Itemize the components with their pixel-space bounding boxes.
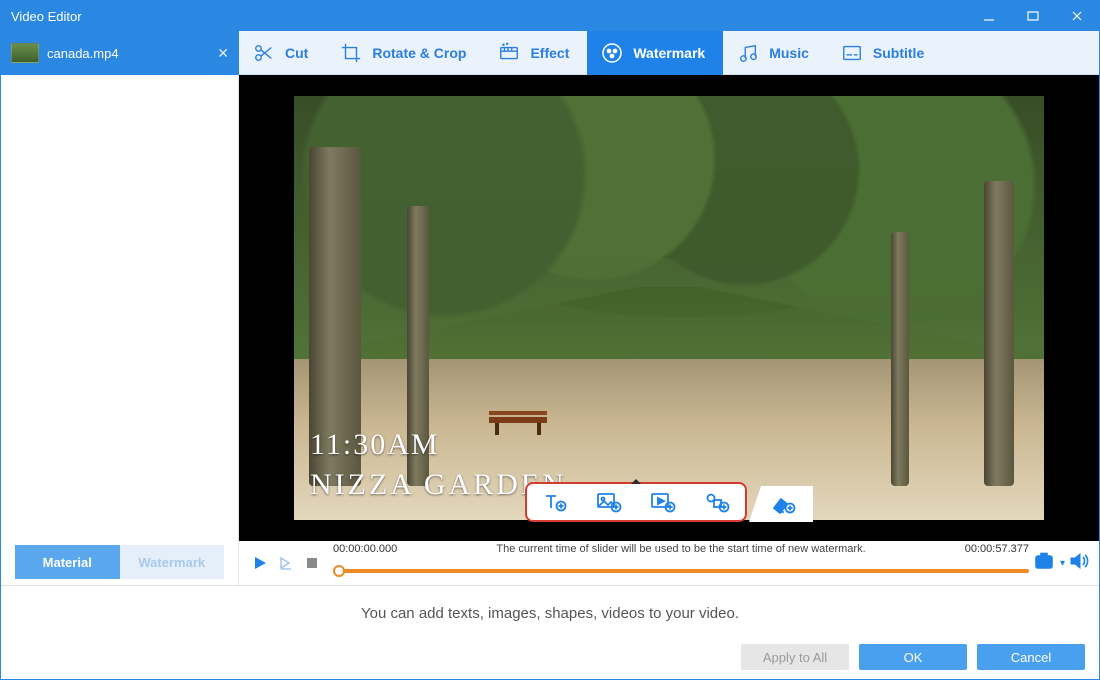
close-button[interactable] [1055,1,1099,31]
video-canvas[interactable]: 11:30AM NIZZA GARDEN [239,75,1099,541]
window-controls [967,1,1099,31]
timeline-slider[interactable] [333,569,1029,573]
ok-button[interactable]: OK [859,644,967,670]
close-file-icon[interactable]: ✕ [217,45,229,62]
stop-button[interactable] [301,552,323,574]
crop-icon [338,40,364,66]
watermark-icon [599,40,625,66]
tab-cut[interactable]: Cut [239,31,326,75]
tab-effect-label: Effect [530,45,569,61]
current-time: 00:00:00.000 [333,543,397,555]
minimize-button[interactable] [967,1,1011,31]
music-icon [735,40,761,66]
window-title: Video Editor [11,9,82,24]
sidebar: Material Watermark [1,75,239,585]
sidebar-tabs: Material Watermark [15,545,224,579]
tab-music-label: Music [769,45,809,61]
tab-rotate-crop[interactable]: Rotate & Crop [326,31,484,75]
duration-time: 00:00:57.377 [965,543,1029,555]
tab-music[interactable]: Music [723,31,827,75]
snapshot-button[interactable] [1034,552,1056,575]
play-button[interactable] [249,552,271,574]
bench-graphic [489,411,547,435]
file-tab[interactable]: canada.mp4 ✕ [1,31,239,75]
video-frame: 11:30AM NIZZA GARDEN [294,96,1044,520]
maximize-button[interactable] [1011,1,1055,31]
effect-icon [496,40,522,66]
bottom-message: You can add texts, images, shapes, video… [1,586,1099,641]
snapshot-dropdown-icon[interactable]: ▾ [1060,558,1065,569]
scissors-icon [251,40,277,66]
slider-knob[interactable] [333,565,345,577]
sidebar-tab-watermark[interactable]: Watermark [120,545,225,579]
sidebar-tab-watermark-label: Watermark [138,555,205,570]
timeline: 00:00:00.000 The current time of slider … [239,541,1099,585]
timecode-area: 00:00:00.000 The current time of slider … [333,543,1029,583]
title-bar: Video Editor [1,1,1099,31]
main-area: Material Watermark 11:30AM NIZZA GARDEN [1,75,1099,585]
add-image-watermark-button[interactable] [595,490,623,514]
cancel-button[interactable]: Cancel [977,644,1085,670]
timeline-right-controls: ▾ [1034,552,1089,575]
add-video-watermark-button[interactable] [649,490,677,514]
sidebar-tab-material[interactable]: Material [15,545,120,579]
watermark-tool-group [525,482,747,522]
overlay-time-text: 11:30AM [310,428,440,462]
erase-watermark-button[interactable] [769,492,797,516]
sidebar-content [1,75,238,545]
subtitle-icon [839,40,865,66]
tab-rotate-crop-label: Rotate & Crop [372,45,466,61]
file-name: canada.mp4 [47,46,119,61]
apply-to-all-button[interactable]: Apply to All [741,644,849,670]
bottom-panel: You can add texts, images, shapes, video… [1,585,1099,679]
add-shape-watermark-button[interactable] [703,490,731,514]
tab-watermark-label: Watermark [633,45,705,61]
watermark-erase-group [749,486,813,522]
toolbar: canada.mp4 ✕ Cut Rotate & Crop Effect Wa… [1,31,1099,75]
tool-tabs: Cut Rotate & Crop Effect Watermark Music… [239,31,1099,74]
step-button[interactable] [275,552,297,574]
tab-subtitle[interactable]: Subtitle [827,31,942,75]
timeline-hint: The current time of slider will be used … [496,543,865,555]
tab-effect[interactable]: Effect [484,31,587,75]
watermark-toolbar [525,482,813,522]
tab-cut-label: Cut [285,45,308,61]
file-thumbnail [11,43,39,63]
tab-subtitle-label: Subtitle [873,45,924,61]
tab-watermark[interactable]: Watermark [587,31,723,75]
sidebar-tab-material-label: Material [43,555,92,570]
add-text-watermark-button[interactable] [541,490,569,514]
bottom-buttons: Apply to All OK Cancel [1,641,1099,679]
volume-button[interactable] [1069,553,1089,574]
preview-area: 11:30AM NIZZA GARDEN [239,75,1099,585]
